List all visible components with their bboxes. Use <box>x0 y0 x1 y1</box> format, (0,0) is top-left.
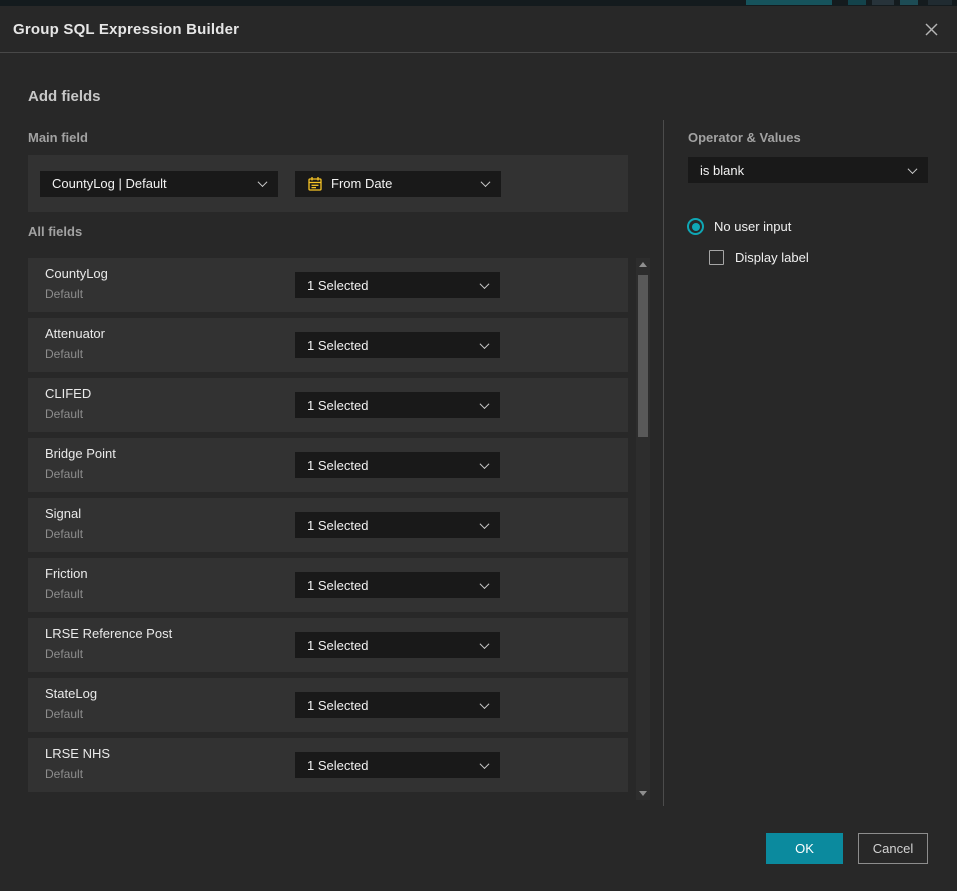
field-row: Bridge Point Default 1 Selected <box>28 438 628 492</box>
dialog-header: Group SQL Expression Builder <box>0 6 957 53</box>
field-row: LRSE NHS Default 1 Selected <box>28 738 628 792</box>
field-sublabel: Default <box>45 407 83 421</box>
field-sublabel: Default <box>45 587 83 601</box>
scrollbar-thumb[interactable] <box>638 275 648 437</box>
chevron-down-icon <box>480 699 490 709</box>
field-sublabel: Default <box>45 347 83 361</box>
chevron-down-icon <box>258 177 268 187</box>
chevron-down-icon <box>480 579 490 589</box>
fields-scrollbar[interactable] <box>636 258 650 800</box>
field-selected-value: 1 Selected <box>307 518 471 533</box>
field-sublabel: Default <box>45 287 83 301</box>
operator-select[interactable]: is blank <box>688 157 928 183</box>
cancel-button[interactable]: Cancel <box>858 833 928 864</box>
field-row: CLIFED Default 1 Selected <box>28 378 628 432</box>
no-user-input-radio[interactable]: No user input <box>687 218 791 235</box>
column-divider <box>663 120 664 806</box>
main-layer-select[interactable]: CountyLog | Default <box>40 171 278 197</box>
field-name: CountyLog <box>45 266 108 281</box>
group-sql-expression-builder-dialog: Group SQL Expression Builder Add fields … <box>0 6 957 891</box>
checkbox-unchecked-icon <box>709 250 724 265</box>
field-name: LRSE Reference Post <box>45 626 172 641</box>
main-field-label: Main field <box>28 130 88 145</box>
field-selected-value: 1 Selected <box>307 338 471 353</box>
main-field-select[interactable]: From Date <box>295 171 501 197</box>
scroll-down-icon[interactable] <box>639 791 647 796</box>
field-selected-dropdown[interactable]: 1 Selected <box>295 332 500 358</box>
field-selected-value: 1 Selected <box>307 458 471 473</box>
chevron-down-icon <box>908 164 918 174</box>
field-name: CLIFED <box>45 386 91 401</box>
field-selected-value: 1 Selected <box>307 638 471 653</box>
dialog-title: Group SQL Expression Builder <box>13 21 239 38</box>
field-sublabel: Default <box>45 707 83 721</box>
chevron-down-icon <box>480 339 490 349</box>
field-name: StateLog <box>45 686 97 701</box>
field-row: LRSE Reference Post Default 1 Selected <box>28 618 628 672</box>
field-selected-value: 1 Selected <box>307 398 471 413</box>
field-name: Friction <box>45 566 88 581</box>
field-selected-dropdown[interactable]: 1 Selected <box>295 452 500 478</box>
field-selected-dropdown[interactable]: 1 Selected <box>295 572 500 598</box>
chevron-down-icon <box>480 279 490 289</box>
field-sublabel: Default <box>45 647 83 661</box>
add-fields-heading: Add fields <box>28 88 101 105</box>
all-fields-list: CountyLog Default 1 Selected Attenuator Defa… <box>28 258 628 798</box>
radio-selected-icon <box>687 218 704 235</box>
field-name: Attenuator <box>45 326 105 341</box>
close-icon[interactable] <box>921 19 941 39</box>
field-row: StateLog Default 1 Selected <box>28 678 628 732</box>
field-selected-value: 1 Selected <box>307 578 471 593</box>
field-row: Signal Default 1 Selected <box>28 498 628 552</box>
main-layer-select-value: CountyLog | Default <box>52 176 249 191</box>
background-fragment <box>848 0 866 5</box>
field-name: Bridge Point <box>45 446 116 461</box>
chevron-down-icon <box>480 519 490 529</box>
field-row: Attenuator Default 1 Selected <box>28 318 628 372</box>
scroll-up-icon[interactable] <box>639 262 647 267</box>
calendar-icon <box>307 176 323 192</box>
display-label-checkbox[interactable]: Display label <box>709 250 809 265</box>
field-selected-dropdown[interactable]: 1 Selected <box>295 392 500 418</box>
field-sublabel: Default <box>45 767 83 781</box>
main-field-box: CountyLog | Default From Date <box>28 155 628 212</box>
chevron-down-icon <box>481 177 491 187</box>
field-selected-value: 1 Selected <box>307 698 471 713</box>
field-selected-dropdown[interactable]: 1 Selected <box>295 752 500 778</box>
field-sublabel: Default <box>45 467 83 481</box>
field-name: LRSE NHS <box>45 746 110 761</box>
field-selected-value: 1 Selected <box>307 758 471 773</box>
field-row: Friction Default 1 Selected <box>28 558 628 612</box>
all-fields-label: All fields <box>28 224 82 239</box>
display-label-label: Display label <box>735 250 809 265</box>
field-selected-dropdown[interactable]: 1 Selected <box>295 632 500 658</box>
field-selected-dropdown[interactable]: 1 Selected <box>295 272 500 298</box>
chevron-down-icon <box>480 639 490 649</box>
background-fragment <box>746 0 832 5</box>
field-row: CountyLog Default 1 Selected <box>28 258 628 312</box>
chevron-down-icon <box>480 399 490 409</box>
field-selected-dropdown[interactable]: 1 Selected <box>295 512 500 538</box>
ok-button[interactable]: OK <box>766 833 843 864</box>
no-user-input-label: No user input <box>714 219 791 234</box>
background-fragment <box>928 0 952 5</box>
field-selected-dropdown[interactable]: 1 Selected <box>295 692 500 718</box>
main-field-select-value: From Date <box>331 176 464 191</box>
background-fragment <box>872 0 894 5</box>
chevron-down-icon <box>480 459 490 469</box>
background-fragment <box>900 0 918 5</box>
field-sublabel: Default <box>45 527 83 541</box>
field-name: Signal <box>45 506 81 521</box>
operator-select-value: is blank <box>700 163 899 178</box>
field-selected-value: 1 Selected <box>307 278 471 293</box>
operator-values-heading: Operator & Values <box>688 130 801 145</box>
chevron-down-icon <box>480 759 490 769</box>
